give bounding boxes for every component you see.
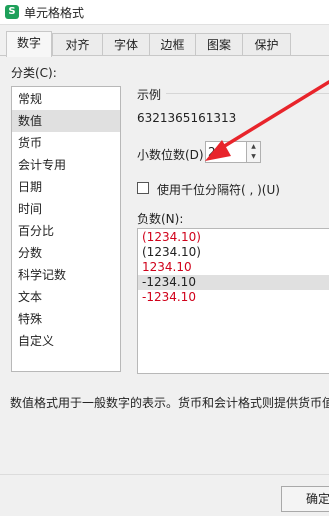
tab-bar: 数字 对齐 字体 边框 图案 保护: [0, 29, 329, 57]
decimal-places-label: 小数位数(D):: [137, 148, 208, 162]
decimal-places-input[interactable]: 2: [205, 141, 247, 163]
app-logo-icon: S: [5, 5, 19, 19]
tab-font[interactable]: 字体: [102, 33, 150, 56]
category-label: 分类(C):: [11, 66, 57, 80]
negative-option-4[interactable]: -1234.10: [138, 275, 329, 290]
ok-button[interactable]: 确定: [281, 486, 329, 512]
decimal-places-spinner: ▲ ▼: [247, 141, 261, 163]
negative-option-1[interactable]: (1234.10): [138, 230, 329, 245]
category-item-number[interactable]: 数值: [12, 110, 120, 132]
category-item-special[interactable]: 特殊: [12, 308, 120, 330]
spin-up-icon[interactable]: ▲: [247, 142, 260, 152]
sample-label: 示例: [137, 88, 162, 102]
negative-numbers-label: 负数(N):: [137, 212, 184, 226]
sample-divider: [166, 93, 329, 94]
category-item-percentage[interactable]: 百分比: [12, 220, 120, 242]
category-item-date[interactable]: 日期: [12, 176, 120, 198]
category-list[interactable]: 常规 数值 货币 会计专用 日期 时间 百分比 分数 科学记数 文本 特殊 自定…: [11, 86, 121, 372]
tab-protection[interactable]: 保护: [242, 33, 291, 56]
tab-pattern[interactable]: 图案: [195, 33, 243, 56]
category-item-accounting[interactable]: 会计专用: [12, 154, 120, 176]
tab-number[interactable]: 数字: [6, 31, 52, 57]
tab-alignment[interactable]: 对齐: [52, 33, 103, 56]
category-item-custom[interactable]: 自定义: [12, 330, 120, 352]
sample-value: 6321365161313: [137, 111, 237, 125]
negative-option-3[interactable]: 1234.10: [138, 260, 329, 275]
category-item-general[interactable]: 常规: [12, 88, 120, 110]
thousands-separator-checkbox[interactable]: [137, 182, 149, 194]
negative-option-5[interactable]: -1234.10: [138, 290, 329, 305]
category-item-currency[interactable]: 货币: [12, 132, 120, 154]
category-item-scientific[interactable]: 科学记数: [12, 264, 120, 286]
negative-option-2[interactable]: (1234.10): [138, 245, 329, 260]
category-item-fraction[interactable]: 分数: [12, 242, 120, 264]
tab-border[interactable]: 边框: [149, 33, 196, 56]
negative-numbers-list[interactable]: (1234.10) (1234.10) 1234.10 -1234.10 -12…: [137, 228, 329, 374]
category-item-text[interactable]: 文本: [12, 286, 120, 308]
format-description: 数值格式用于一般数字的表示。货币和会计格式则提供货币值: [10, 396, 329, 410]
spin-down-icon[interactable]: ▼: [247, 152, 260, 162]
thousands-separator-label[interactable]: 使用千位分隔符( , )(U): [157, 181, 280, 198]
bottom-divider: [0, 474, 329, 475]
category-item-time[interactable]: 时间: [12, 198, 120, 220]
dialog-title: 单元格格式: [24, 6, 85, 20]
